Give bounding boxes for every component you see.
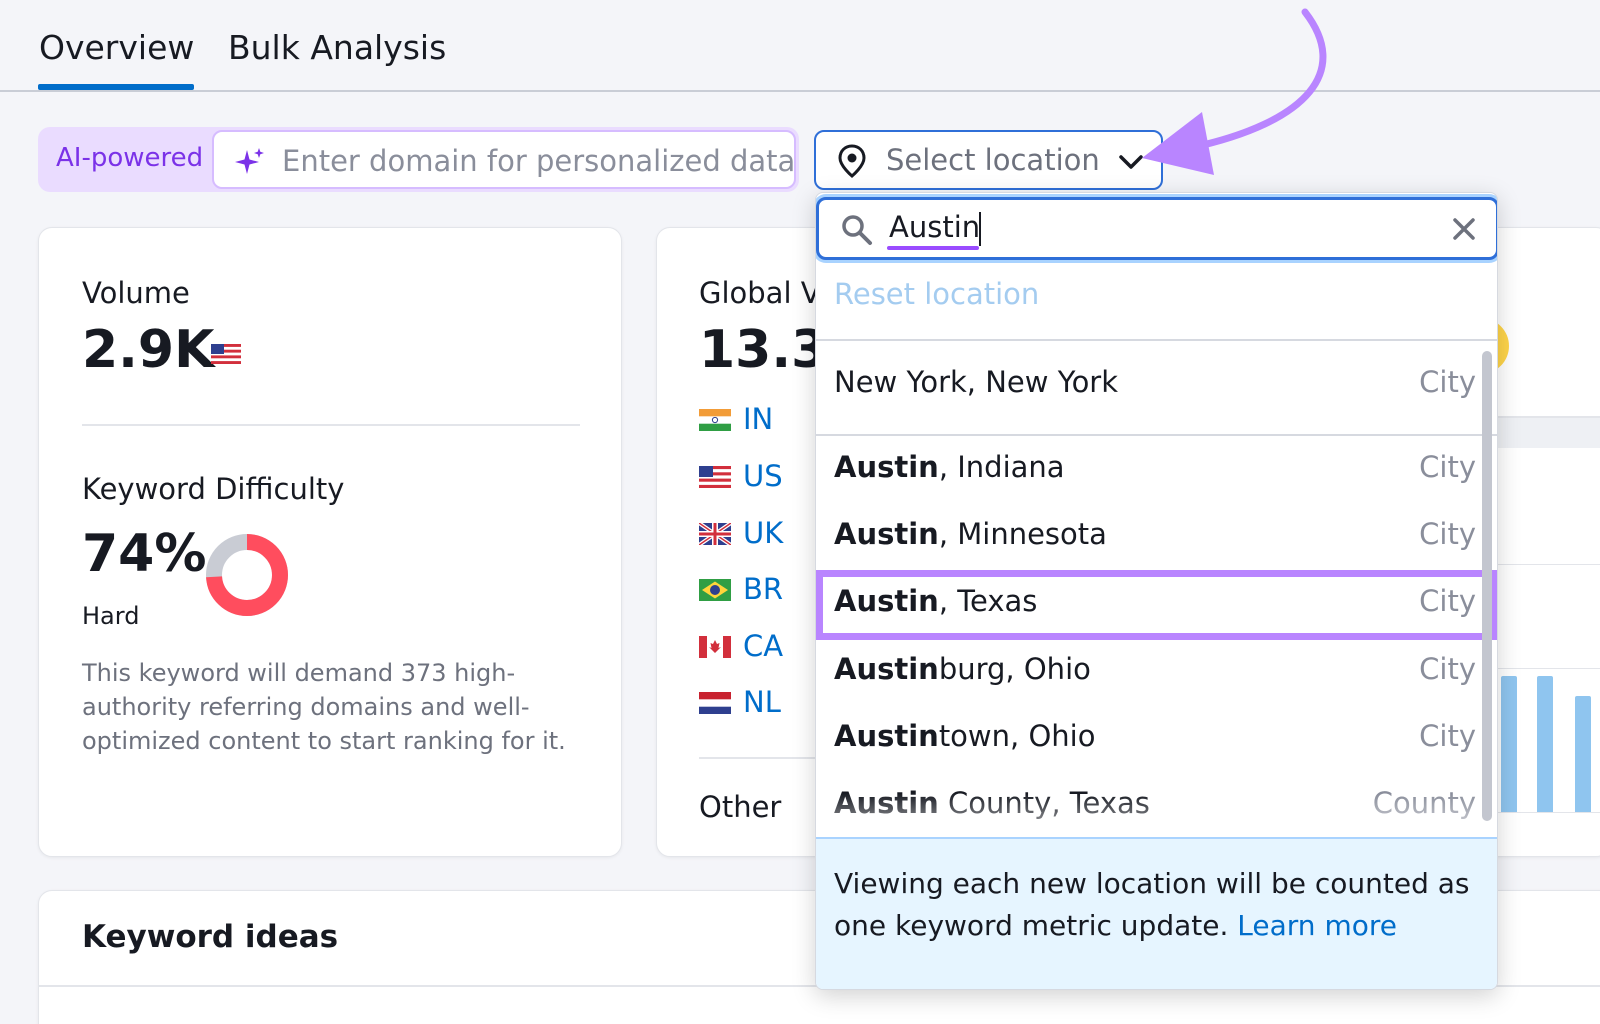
trend-bar — [1501, 676, 1517, 812]
country-code: BR — [743, 572, 784, 606]
tab-bulk-analysis[interactable]: Bulk Analysis — [228, 28, 446, 67]
active-tab-indicator — [38, 84, 194, 90]
location-option-type: City — [1419, 719, 1476, 753]
ai-powered-label: AI-powered — [56, 143, 204, 173]
learn-more-link[interactable]: Learn more — [1237, 909, 1397, 942]
keyword-difficulty-label: Keyword Difficulty — [82, 472, 345, 506]
rest-text: , Texas — [938, 584, 1038, 618]
tab-bar: Overview Bulk Analysis — [0, 0, 1600, 92]
location-option-name: Austintown, Ohio — [834, 719, 1095, 753]
country-code: UK — [743, 516, 784, 550]
volume-card: Volume 2.9K Keyword Difficulty 74% Hard … — [38, 227, 622, 857]
trend-bar — [1537, 676, 1553, 812]
netherlands-flag-icon — [699, 692, 731, 714]
country-code: IN — [743, 402, 774, 436]
us-flag-icon — [211, 344, 241, 364]
location-option-name: Austin, Texas — [834, 584, 1037, 618]
rest-text: New York, New York — [834, 365, 1119, 399]
match-text: Austin — [834, 652, 939, 686]
india-flag-icon — [699, 409, 731, 431]
other-countries-label: Other — [699, 790, 782, 824]
match-text: Austin — [834, 450, 939, 484]
match-text: Austin — [834, 517, 939, 551]
keyword-difficulty-tag: Hard — [82, 602, 140, 630]
location-search-value: Austin — [889, 210, 981, 244]
global-volume-label: Global V — [699, 276, 821, 310]
location-option[interactable]: New York, New York City — [816, 351, 1476, 417]
location-option-name: New York, New York — [834, 365, 1118, 399]
location-dropdown: Austin Reset location New York, New York… — [815, 192, 1498, 990]
ai-domain-bar: AI-powered Enter domain for personalized… — [38, 127, 799, 192]
divider — [82, 424, 580, 426]
sparkle-icon — [235, 148, 264, 174]
country-code: CA — [743, 629, 784, 663]
location-option-type: City — [1419, 652, 1476, 686]
location-option-name: Austinburg, Ohio — [834, 652, 1091, 686]
location-option-type: City — [1419, 365, 1476, 399]
canada-flag-icon — [699, 636, 731, 658]
location-option-name: Austin, Indiana — [834, 450, 1065, 484]
location-option-type: City — [1419, 450, 1476, 484]
location-search-input[interactable]: Austin — [816, 197, 1497, 260]
rest-text: burg, Ohio — [938, 652, 1091, 686]
text-cursor — [979, 212, 981, 246]
location-option[interactable]: Austinburg, Ohio City — [816, 638, 1476, 704]
difficulty-donut — [206, 534, 288, 616]
rest-text: , Indiana — [938, 450, 1065, 484]
tab-overview[interactable]: Overview — [39, 28, 194, 67]
location-select-label: Select location — [886, 143, 1100, 177]
keyword-difficulty-value: 74% — [82, 524, 207, 584]
match-text: Austin — [834, 584, 939, 618]
scroll-fade — [816, 793, 1497, 835]
footer-note-text: Viewing each new location will be counte… — [834, 863, 1484, 947]
location-option-name: Austin, Minnesota — [834, 517, 1107, 551]
country-code: US — [743, 459, 783, 493]
location-option-type: City — [1419, 517, 1476, 551]
location-option[interactable]: Austin, Indiana City — [816, 436, 1476, 502]
volume-label: Volume — [82, 276, 190, 310]
location-option-selected[interactable]: Austin, Texas City — [816, 570, 1497, 640]
reset-location-link[interactable]: Reset location — [834, 277, 1039, 311]
volume-value: 2.9K — [82, 320, 215, 380]
uk-flag-icon — [699, 523, 731, 545]
keyword-difficulty-description: This keyword will demand 373 high-author… — [82, 659, 566, 755]
dropdown-footer-note: Viewing each new location will be counte… — [816, 837, 1497, 989]
search-icon — [842, 215, 872, 245]
location-option[interactable]: Austin, Minnesota City — [816, 503, 1476, 569]
country-code: NL — [743, 685, 781, 719]
domain-input-placeholder: Enter domain for personalized data — [282, 144, 796, 178]
trend-bar — [1575, 696, 1591, 812]
annotation-arrow-icon — [1142, 8, 1327, 175]
location-pin-icon — [838, 144, 866, 178]
keyword-ideas-title: Keyword ideas — [82, 919, 339, 955]
us-flag-icon — [699, 466, 731, 488]
dropdown-scrollbar[interactable] — [1482, 351, 1492, 821]
domain-input[interactable]: Enter domain for personalized data — [212, 130, 796, 189]
location-option-type: City — [1419, 584, 1476, 618]
divider — [816, 339, 1497, 341]
search-text-highlight — [887, 246, 979, 250]
location-select[interactable]: Select location — [814, 130, 1163, 190]
rest-text: , Minnesota — [938, 517, 1107, 551]
match-text: Austin — [834, 719, 939, 753]
close-icon[interactable] — [1451, 216, 1477, 242]
location-option[interactable]: Austintown, Ohio City — [816, 705, 1476, 771]
rest-text: town, Ohio — [938, 719, 1096, 753]
brazil-flag-icon — [699, 579, 731, 601]
